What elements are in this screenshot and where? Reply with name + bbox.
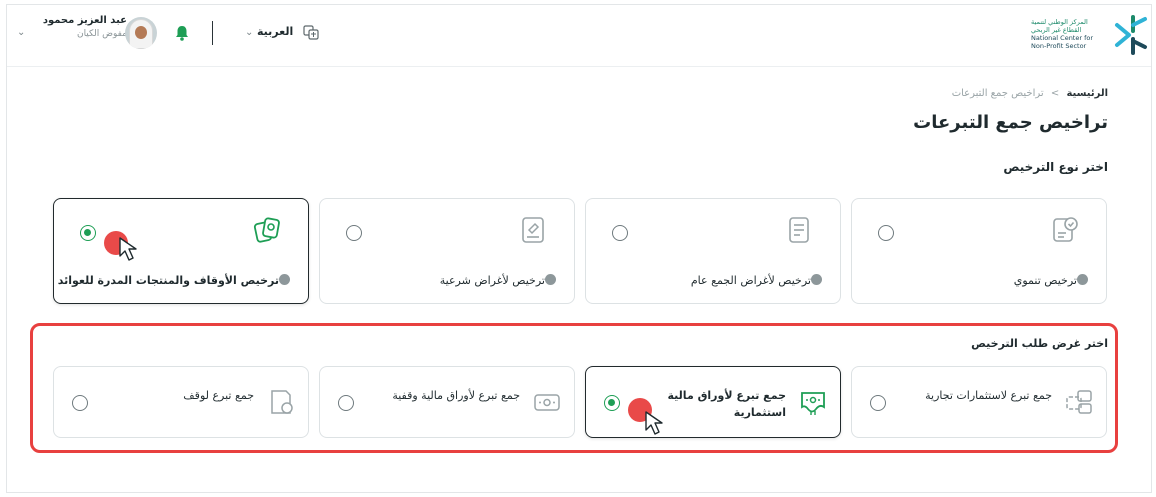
license-option-sharia[interactable]: ترخيص لأغراض شرعية	[319, 198, 575, 304]
ncnp-logo-icon	[1115, 15, 1147, 55]
license-purpose-title: اختر غرض طلب الترخيص	[971, 337, 1108, 350]
sharia-license-icon	[522, 217, 544, 243]
breadcrumb-separator: >	[1050, 88, 1060, 99]
logo-text: المركز الوطني لتنمية القطاع غير الربحي N…	[1031, 18, 1094, 50]
user-menu[interactable]: عبد العزيز محمود مفوض الكيان	[31, 15, 127, 39]
language-selector[interactable]: العربية	[257, 25, 293, 38]
page-title: تراخيص جمع التبرعات	[913, 112, 1108, 133]
purpose-option-endowment[interactable]: جمع تبرع لوقف	[53, 366, 309, 438]
radio-button[interactable]	[338, 395, 354, 411]
cursor-icon	[119, 237, 137, 261]
purpose-option-investment-securities[interactable]: جمع تبرع لأوراق مالية استثمارية	[585, 366, 841, 438]
info-icon[interactable]	[1077, 274, 1088, 285]
license-type-title: اختر نوع الترخيص	[1003, 160, 1108, 174]
purpose-option-commercial[interactable]: جمع تبرع لاستثمارات تجارية	[851, 366, 1107, 438]
radio-button-selected[interactable]	[80, 225, 96, 241]
top-header: ⌄ عبد العزيز محمود مفوض الكيان ⌄ العربية…	[7, 5, 1151, 67]
purpose-option-label: جمع تبرع لأوراق مالية استثمارية	[667, 389, 786, 419]
investment-securities-icon	[801, 392, 825, 415]
license-option-endowment[interactable]: ترخيص الأوقاف والمنتجات المدرة للعوائد	[53, 198, 309, 304]
info-icon[interactable]	[545, 274, 556, 285]
commercial-investment-icon	[1066, 390, 1092, 414]
license-option-developmental[interactable]: ترخيص تنموي	[851, 198, 1107, 304]
license-option-general[interactable]: ترخيص لأغراض الجمع عام	[585, 198, 841, 304]
cursor-icon	[645, 411, 663, 435]
endowment-icon	[271, 390, 293, 414]
breadcrumb-current: تراخيص جمع التبرعات	[951, 88, 1044, 99]
info-icon[interactable]	[279, 274, 290, 285]
purpose-option-label: جمع تبرع لاستثمارات تجارية	[925, 389, 1052, 402]
purpose-option-label: جمع تبرع لوقف	[183, 389, 254, 402]
user-name: عبد العزيز محمود	[42, 15, 127, 26]
language-chevron-icon[interactable]: ⌄	[245, 27, 253, 38]
license-option-label: ترخيص لأغراض الجمع عام	[691, 274, 828, 287]
developmental-license-icon	[1053, 217, 1078, 242]
radio-button[interactable]	[878, 225, 894, 241]
license-option-label: ترخيص لأغراض شرعية	[440, 274, 562, 287]
header-divider	[212, 21, 213, 45]
avatar[interactable]	[125, 17, 157, 49]
license-option-label: ترخيص الأوقاف والمنتجات المدرة للعوائد	[58, 274, 296, 287]
radio-button[interactable]	[612, 225, 628, 241]
license-option-label: ترخيص تنموي	[1014, 274, 1094, 287]
document-icon	[789, 217, 809, 243]
radio-button-selected[interactable]	[604, 395, 620, 411]
language-icon[interactable]	[303, 24, 319, 40]
radio-button[interactable]	[346, 225, 362, 241]
info-icon[interactable]	[811, 274, 822, 285]
purpose-option-label: جمع تبرع لأوراق مالية وقفية	[392, 389, 520, 402]
endowment-securities-icon	[534, 394, 560, 411]
radio-button[interactable]	[870, 395, 886, 411]
user-menu-chevron-icon[interactable]: ⌄	[17, 27, 25, 38]
radio-button[interactable]	[72, 395, 88, 411]
breadcrumb-home[interactable]: الرئيسية	[1066, 88, 1108, 99]
endowment-cards-icon	[253, 217, 280, 243]
breadcrumb: الرئيسية > تراخيص جمع التبرعات	[952, 88, 1108, 99]
bell-icon[interactable]	[175, 25, 189, 41]
user-role: مفوض الكيان	[76, 29, 127, 39]
purpose-option-endowment-securities[interactable]: جمع تبرع لأوراق مالية وقفية	[319, 366, 575, 438]
